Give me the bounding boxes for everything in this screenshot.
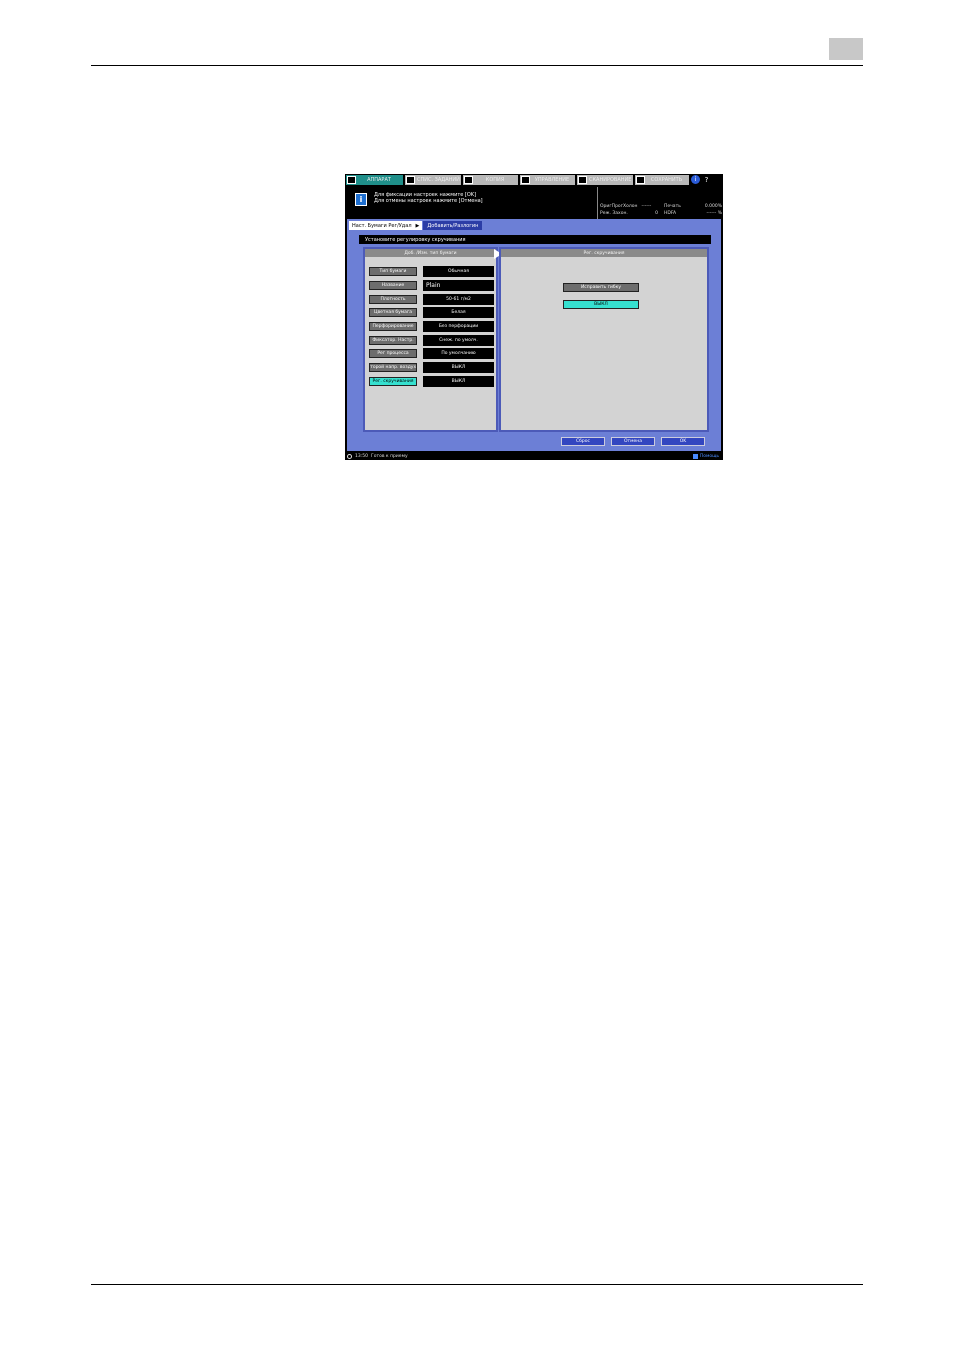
reset-button[interactable]: Сброс	[561, 437, 605, 446]
tab-label: СПИС. ЗАДАНИЙ	[417, 177, 460, 183]
breadcrumb-label: Добавить/Разлогин	[427, 222, 479, 229]
status-mode-value: 0	[655, 211, 658, 216]
tab-copy[interactable]: КОПИЯ	[463, 175, 518, 185]
name-button[interactable]: Название	[369, 281, 417, 290]
status-print: Печать	[664, 204, 681, 209]
footer-help[interactable]: Помощь	[692, 453, 719, 459]
top-tab-bar: АППАРАТ СПИС. ЗАДАНИЙ КОПИЯ УПРАВЛЕНИЕ С…	[345, 174, 723, 186]
tab-label: СКАНИРОВАНИЕ	[589, 177, 632, 183]
question-help-icon[interactable]: ?	[702, 175, 711, 184]
status-original: ОригПрогХолон	[600, 204, 638, 209]
status-hdd-value: ------ %	[706, 211, 722, 216]
process-adjust-value: По умолчанию	[423, 348, 494, 359]
ready-status: Готов к приему	[370, 453, 408, 459]
tab-job-list[interactable]: СПИС. ЗАДАНИЙ	[405, 175, 461, 185]
ok-button[interactable]: OK	[661, 437, 705, 446]
chapter-tab	[829, 38, 863, 60]
header-rule	[91, 65, 863, 66]
info-help-icon[interactable]: i	[691, 175, 700, 184]
cancel-button[interactable]: Отмена	[611, 437, 655, 446]
punch-value: Без перфорации	[423, 321, 494, 332]
punch-button[interactable]: Перфорирование	[369, 322, 417, 331]
main-area: Наст. Бумаги Рег/Удал ▶ Добавить/Разлоги…	[347, 219, 721, 451]
left-panel-title: Доб. /Изм. тип бумаги	[365, 249, 496, 257]
name-value: Plain	[423, 280, 494, 291]
footer-rule	[91, 1284, 863, 1285]
fuser-setting-button[interactable]: Фиксатор. Настр.	[369, 336, 417, 345]
storage-icon	[636, 176, 645, 184]
tab-label: СОХРАНИТЬ	[650, 177, 683, 183]
right-panel-title: Рег. скручивания	[501, 249, 707, 257]
status-area: ОригПрогХолон ------ Печать 0.000% Реж. …	[597, 187, 723, 219]
machine-icon	[347, 176, 356, 184]
weight-value: 50-61 г/м2	[423, 294, 494, 305]
color-paper-value: Белая	[423, 307, 494, 318]
tab-label: АППАРАТ	[367, 177, 391, 183]
curl-adjust-value: ВЫКЛ	[423, 376, 494, 387]
curl-correction-button[interactable]: Исправить гибку	[563, 283, 639, 292]
help-icon	[692, 453, 698, 459]
breadcrumb-item-paper-settings[interactable]: Наст. Бумаги Рег/Удал ▶	[349, 221, 423, 230]
paper-type-value: Обычная	[423, 266, 494, 277]
bottom-button-bar: Сброс Отмена OK	[561, 437, 705, 446]
paper-type-button[interactable]: Тип бумаги	[369, 267, 417, 276]
message-line-2: Для отмены настроек нажмите [Отмена]	[374, 198, 483, 204]
arrow-right-icon: ▶	[415, 222, 420, 229]
status-print-value: 0.000%	[704, 204, 722, 209]
air-assist-button[interactable]: Второй напр. воздуха	[369, 363, 417, 372]
instruction-text: Установите регулировку скручивания	[365, 236, 466, 243]
left-panel: Доб. /Изм. тип бумаги Тип бумаги Обычная…	[363, 247, 498, 432]
status-hdd: HDFA	[664, 211, 677, 216]
weight-button[interactable]: Плотность	[369, 295, 417, 304]
list-icon	[406, 176, 415, 184]
tab-machine[interactable]: АППАРАТ	[346, 175, 403, 185]
clock-icon	[347, 453, 352, 459]
status-original-value: ------	[641, 204, 652, 209]
instruction-bar: Установите регулировку скручивания	[359, 235, 711, 244]
breadcrumb-label: Наст. Бумаги Рег/Удал	[352, 222, 412, 229]
process-adjust-button[interactable]: Рег процесса	[369, 349, 417, 358]
air-assist-value: ВЫКЛ	[423, 362, 494, 373]
status-footer: 13:50 Готов к приему Помощь	[345, 452, 723, 460]
breadcrumb-item-add-edit[interactable]: Добавить/Разлогин	[423, 221, 483, 230]
scanner-icon	[578, 176, 587, 184]
info-icon: i	[355, 193, 367, 206]
tab-store[interactable]: СОХРАНИТЬ	[635, 175, 689, 185]
copy-icon	[464, 176, 473, 184]
right-panel: Рег. скручивания Исправить гибку ВЫКЛ	[499, 247, 709, 432]
footer-help-label: Помощь	[699, 453, 719, 459]
tab-label: КОПИЯ	[485, 177, 505, 183]
document-icon	[521, 176, 530, 184]
message-area: i Для фиксации настроек нажмите [OK] Для…	[345, 187, 597, 217]
footer-time: 13:50	[355, 453, 368, 459]
tab-scan[interactable]: СКАНИРОВАНИЕ	[577, 175, 633, 185]
fuser-setting-value: Снеж. по умолч.	[423, 335, 494, 346]
curl-adjust-button[interactable]: Рег. скручивания	[369, 377, 417, 386]
device-screen: АППАРАТ СПИС. ЗАДАНИЙ КОПИЯ УПРАВЛЕНИЕ С…	[345, 174, 723, 460]
breadcrumb: Наст. Бумаги Рег/Удал ▶ Добавить/Разлоги…	[349, 221, 483, 230]
curl-off-button[interactable]: ВЫКЛ	[563, 300, 639, 309]
tab-management[interactable]: УПРАВЛЕНИЕ	[520, 175, 575, 185]
tab-label: УПРАВЛЕНИЕ	[534, 177, 570, 183]
status-mode: Реж. Захон.	[600, 211, 628, 216]
color-paper-button[interactable]: Цветная бумага	[369, 308, 417, 317]
